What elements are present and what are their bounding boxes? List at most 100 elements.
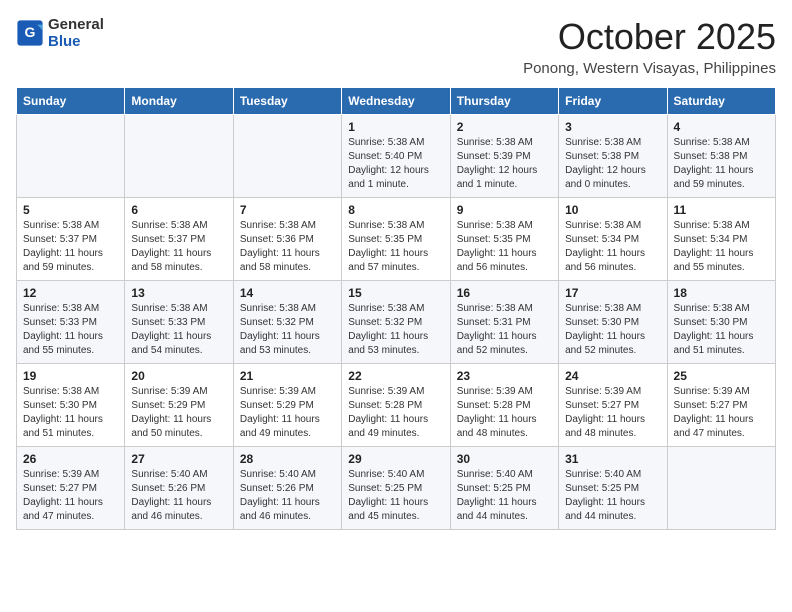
- day-detail: Sunrise: 5:38 AM Sunset: 5:30 PM Dayligh…: [674, 302, 769, 358]
- day-detail: Sunrise: 5:38 AM Sunset: 5:35 PM Dayligh…: [348, 219, 443, 275]
- calendar-cell: 1 Sunrise: 5:38 AM Sunset: 5:40 PM Daylig…: [342, 115, 450, 198]
- calendar-cell: 10 Sunrise: 5:38 AM Sunset: 5:34 PM Dayli…: [559, 198, 667, 281]
- calendar-cell: 23 Sunrise: 5:39 AM Sunset: 5:28 PM Dayli…: [450, 364, 558, 447]
- calendar-cell: 20Sunrise: 5:39 AM Sunset: 5:29 PM Dayli…: [125, 364, 233, 447]
- calendar-week-row: 12 Sunrise: 5:38 AM Sunset: 5:33 PM Dayli…: [17, 281, 776, 364]
- day-number: 1: [348, 120, 443, 134]
- day-number: 30: [457, 452, 552, 466]
- day-number: 14: [240, 286, 335, 300]
- day-number: 12: [23, 286, 118, 300]
- day-detail: Sunrise: 5:39 AM Sunset: 5:28 PM Dayligh…: [348, 385, 443, 441]
- calendar-week-row: 1 Sunrise: 5:38 AM Sunset: 5:40 PM Daylig…: [17, 115, 776, 198]
- day-detail: Sunrise: 5:38 AM Sunset: 5:36 PM Dayligh…: [240, 219, 335, 275]
- calendar-cell: [125, 115, 233, 198]
- calendar-cell: 31 Sunrise: 5:40 AM Sunset: 5:25 PM Dayli…: [559, 447, 667, 530]
- logo-text-general: General: [48, 16, 104, 33]
- calendar-cell: 6Sunrise: 5:38 AM Sunset: 5:37 PM Daylig…: [125, 198, 233, 281]
- weekday-header-monday: Monday: [125, 88, 233, 115]
- weekday-header-thursday: Thursday: [450, 88, 558, 115]
- calendar-cell: 16 Sunrise: 5:38 AM Sunset: 5:31 PM Dayli…: [450, 281, 558, 364]
- day-number: 28: [240, 452, 335, 466]
- calendar-cell: 28Sunrise: 5:40 AM Sunset: 5:26 PM Dayli…: [233, 447, 341, 530]
- logo-icon: G: [16, 19, 44, 47]
- day-detail: Sunrise: 5:40 AM Sunset: 5:25 PM Dayligh…: [565, 468, 660, 524]
- calendar-cell: [667, 447, 775, 530]
- day-number: 13: [131, 286, 226, 300]
- calendar-cell: 14 Sunrise: 5:38 AM Sunset: 5:32 PM Dayli…: [233, 281, 341, 364]
- day-number: 24: [565, 369, 660, 383]
- day-detail: Sunrise: 5:38 AM Sunset: 5:40 PM Dayligh…: [348, 136, 443, 192]
- day-detail: Sunrise: 5:39 AM Sunset: 5:27 PM Dayligh…: [23, 468, 118, 524]
- day-number: 18: [674, 286, 769, 300]
- day-number: 6: [131, 203, 226, 217]
- day-number: 21: [240, 369, 335, 383]
- weekday-header-row: SundayMondayTuesdayWednesdayThursdayFrid…: [17, 88, 776, 115]
- day-detail: Sunrise: 5:38 AM Sunset: 5:34 PM Dayligh…: [674, 219, 769, 275]
- day-detail: Sunrise: 5:38 AM Sunset: 5:39 PM Dayligh…: [457, 136, 552, 192]
- day-detail: Sunrise: 5:38 AM Sunset: 5:33 PM Dayligh…: [23, 302, 118, 358]
- calendar-cell: 25Sunrise: 5:39 AM Sunset: 5:27 PM Dayli…: [667, 364, 775, 447]
- calendar-cell: [233, 115, 341, 198]
- day-detail: Sunrise: 5:38 AM Sunset: 5:38 PM Dayligh…: [565, 136, 660, 192]
- day-detail: Sunrise: 5:38 AM Sunset: 5:31 PM Dayligh…: [457, 302, 552, 358]
- calendar-cell: 8 Sunrise: 5:38 AM Sunset: 5:35 PM Daylig…: [342, 198, 450, 281]
- day-number: 9: [457, 203, 552, 217]
- day-detail: Sunrise: 5:38 AM Sunset: 5:34 PM Dayligh…: [565, 219, 660, 275]
- title-area: October 2025 Ponong, Western Visayas, Ph…: [523, 16, 776, 77]
- calendar-cell: 30 Sunrise: 5:40 AM Sunset: 5:25 PM Dayli…: [450, 447, 558, 530]
- day-detail: Sunrise: 5:38 AM Sunset: 5:37 PM Dayligh…: [23, 219, 118, 275]
- month-year: October 2025: [523, 16, 776, 58]
- day-number: 4: [674, 120, 769, 134]
- calendar-cell: 7 Sunrise: 5:38 AM Sunset: 5:36 PM Daylig…: [233, 198, 341, 281]
- day-detail: Sunrise: 5:39 AM Sunset: 5:28 PM Dayligh…: [457, 385, 552, 441]
- day-number: 8: [348, 203, 443, 217]
- day-number: 2: [457, 120, 552, 134]
- calendar-cell: 22Sunrise: 5:39 AM Sunset: 5:28 PM Dayli…: [342, 364, 450, 447]
- day-detail: Sunrise: 5:38 AM Sunset: 5:32 PM Dayligh…: [348, 302, 443, 358]
- calendar-cell: 21Sunrise: 5:39 AM Sunset: 5:29 PM Dayli…: [233, 364, 341, 447]
- day-number: 5: [23, 203, 118, 217]
- weekday-header-sunday: Sunday: [17, 88, 125, 115]
- calendar-cell: 15 Sunrise: 5:38 AM Sunset: 5:32 PM Dayli…: [342, 281, 450, 364]
- day-detail: Sunrise: 5:38 AM Sunset: 5:32 PM Dayligh…: [240, 302, 335, 358]
- day-detail: Sunrise: 5:38 AM Sunset: 5:33 PM Dayligh…: [131, 302, 226, 358]
- day-number: 15: [348, 286, 443, 300]
- calendar-cell: 29Sunrise: 5:40 AM Sunset: 5:25 PM Dayli…: [342, 447, 450, 530]
- calendar-cell: 13 Sunrise: 5:38 AM Sunset: 5:33 PM Dayli…: [125, 281, 233, 364]
- calendar-cell: 9 Sunrise: 5:38 AM Sunset: 5:35 PM Daylig…: [450, 198, 558, 281]
- day-number: 25: [674, 369, 769, 383]
- weekday-header-tuesday: Tuesday: [233, 88, 341, 115]
- day-detail: Sunrise: 5:38 AM Sunset: 5:30 PM Dayligh…: [565, 302, 660, 358]
- day-detail: Sunrise: 5:38 AM Sunset: 5:35 PM Dayligh…: [457, 219, 552, 275]
- calendar-cell: 26 Sunrise: 5:39 AM Sunset: 5:27 PM Dayli…: [17, 447, 125, 530]
- svg-text:G: G: [25, 24, 36, 40]
- day-detail: Sunrise: 5:40 AM Sunset: 5:25 PM Dayligh…: [457, 468, 552, 524]
- day-detail: Sunrise: 5:40 AM Sunset: 5:26 PM Dayligh…: [131, 468, 226, 524]
- day-number: 16: [457, 286, 552, 300]
- day-number: 19: [23, 369, 118, 383]
- day-number: 17: [565, 286, 660, 300]
- day-number: 23: [457, 369, 552, 383]
- logo-text-blue: Blue: [48, 33, 104, 50]
- logo: G General Blue: [16, 16, 104, 50]
- weekday-header-friday: Friday: [559, 88, 667, 115]
- day-number: 31: [565, 452, 660, 466]
- day-number: 3: [565, 120, 660, 134]
- weekday-header-wednesday: Wednesday: [342, 88, 450, 115]
- day-number: 7: [240, 203, 335, 217]
- calendar-cell: 2 Sunrise: 5:38 AM Sunset: 5:39 PM Daylig…: [450, 115, 558, 198]
- day-number: 20: [131, 369, 226, 383]
- calendar-cell: 27 Sunrise: 5:40 AM Sunset: 5:26 PM Dayli…: [125, 447, 233, 530]
- day-number: 26: [23, 452, 118, 466]
- day-detail: Sunrise: 5:39 AM Sunset: 5:27 PM Dayligh…: [565, 385, 660, 441]
- day-number: 10: [565, 203, 660, 217]
- location: Ponong, Western Visayas, Philippines: [523, 60, 776, 77]
- day-number: 11: [674, 203, 769, 217]
- calendar-week-row: 19Sunrise: 5:38 AM Sunset: 5:30 PM Dayli…: [17, 364, 776, 447]
- calendar-week-row: 26 Sunrise: 5:39 AM Sunset: 5:27 PM Dayli…: [17, 447, 776, 530]
- day-number: 27: [131, 452, 226, 466]
- calendar-cell: [17, 115, 125, 198]
- calendar-cell: 19Sunrise: 5:38 AM Sunset: 5:30 PM Dayli…: [17, 364, 125, 447]
- calendar-cell: 5 Sunrise: 5:38 AM Sunset: 5:37 PM Daylig…: [17, 198, 125, 281]
- day-detail: Sunrise: 5:40 AM Sunset: 5:25 PM Dayligh…: [348, 468, 443, 524]
